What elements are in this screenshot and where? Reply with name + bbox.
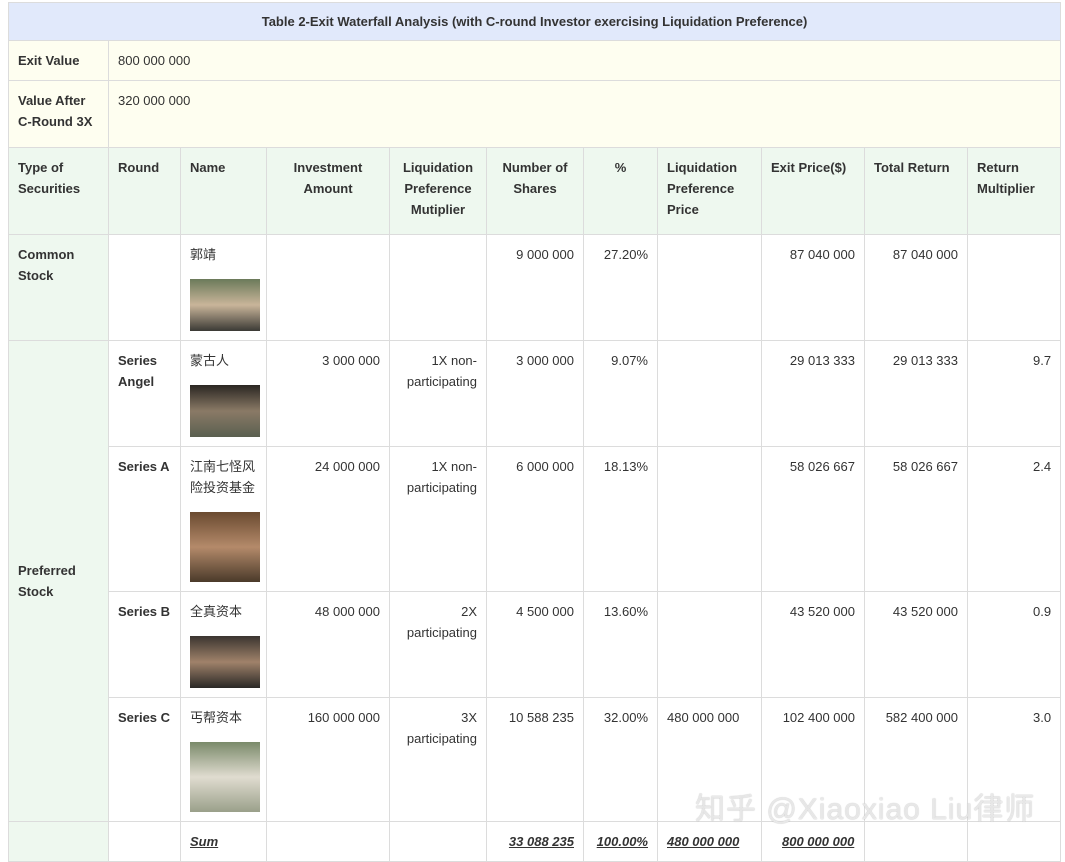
investment-cell: 24 000 000 (266, 446, 390, 592)
total-cell: 43 520 000 (864, 591, 968, 698)
investment-cell: 160 000 000 (266, 697, 390, 822)
header-cell: Total Return (864, 147, 968, 235)
lpp-cell (657, 591, 762, 698)
pct-cell: 32.00% (583, 697, 658, 822)
header-cell: Liquidation Preference Price (657, 147, 762, 235)
watermark: 知乎 @Xiaoxiao Liu律师 (695, 793, 1036, 826)
name-cell: 全真资本 (180, 591, 267, 698)
shares-cell: 9 000 000 (486, 234, 584, 341)
header-cell: Number of Shares (486, 147, 584, 235)
name-cell: 江南七怪风险投资基金 (180, 446, 267, 592)
round-cell: Series C (108, 697, 181, 822)
waterfall-table: Table 2-Exit Waterfall Analysis (with C-… (7, 2, 1062, 862)
total-cell: 58 026 667 (864, 446, 968, 592)
exit-cell: 58 026 667 (761, 446, 865, 592)
sum-shares: 33 088 235 (486, 821, 584, 862)
header-cell: Exit Price($) (761, 147, 865, 235)
header-cell: Liquidation Preference Mutiplier (389, 147, 487, 235)
name-cell: 丐帮资本 (180, 697, 267, 822)
portrait-image (190, 742, 260, 812)
pct-cell: 9.07% (583, 340, 658, 447)
sum-pct: 100.00% (583, 821, 658, 862)
name-cell: 蒙古人 (180, 340, 267, 447)
return-cell: 0.9 (966, 591, 1062, 698)
total-cell: 87 040 000 (864, 234, 968, 341)
sum-label: Sum (180, 821, 267, 862)
type-cell: Preferred Stock (8, 340, 109, 822)
lpp-cell (657, 340, 762, 447)
header-cell: Name (180, 147, 267, 235)
multiplier-cell: 1X non-participating (389, 340, 487, 447)
shares-cell: 10 588 235 (486, 697, 584, 822)
total-cell: 29 013 333 (864, 340, 968, 447)
round-cell: Series B (108, 591, 181, 698)
shares-cell: 3 000 000 (486, 340, 584, 447)
multiplier-cell: 2X participating (389, 591, 487, 698)
portrait-image (190, 512, 260, 582)
table-row: Common Stock 郭靖 9 000 000 27.20% 87 040 … (8, 234, 1062, 341)
shares-cell: 6 000 000 (486, 446, 584, 592)
value-after: 320 000 000 (107, 80, 1062, 148)
investment-cell: 3 000 000 (266, 340, 390, 447)
exit-value: 800 000 000 (107, 40, 1062, 81)
exit-cell: 87 040 000 (761, 234, 865, 341)
type-cell: Common Stock (8, 234, 109, 341)
table-row: Preferred Stock Series Angel 蒙古人 3 000 0… (8, 340, 1062, 822)
exit-value-label: Exit Value (8, 40, 109, 81)
name-cell: 郭靖 (180, 234, 267, 341)
exit-cell: 29 013 333 (761, 340, 865, 447)
exit-cell: 43 520 000 (761, 591, 865, 698)
table-row: Series A 江南七怪风险投资基金 24 000 000 1X non-pa… (9, 446, 1062, 592)
table-row: Series B 全真资本 48 000 000 2X participatin… (9, 591, 1062, 698)
header-cell: Type of Securities (8, 147, 109, 235)
round-cell: Series A (108, 446, 181, 592)
investment-cell: 48 000 000 (266, 591, 390, 698)
shares-cell: 4 500 000 (486, 591, 584, 698)
return-cell: 9.7 (966, 340, 1062, 447)
return-cell: 2.4 (966, 446, 1062, 592)
value-after-label: Value After C-Round 3X (8, 80, 109, 148)
portrait-image (190, 636, 260, 688)
header-cell: Return Multiplier (966, 147, 1062, 235)
header-cell: % (583, 147, 658, 235)
multiplier-cell: 1X non-participating (389, 446, 487, 592)
round-cell: Series Angel (108, 340, 181, 447)
pct-cell: 13.60% (583, 591, 658, 698)
lpp-cell (657, 446, 762, 592)
portrait-image (190, 279, 260, 331)
header-row: Type of Securities Round Name Investment… (8, 147, 1062, 235)
header-cell: Investment Amount (266, 147, 390, 235)
table-title: Table 2-Exit Waterfall Analysis (with C-… (7, 2, 1062, 41)
portrait-image (190, 385, 260, 437)
header-cell: Round (108, 147, 181, 235)
multiplier-cell: 3X participating (389, 697, 487, 822)
pct-cell: 27.20% (583, 234, 658, 341)
pct-cell: 18.13% (583, 446, 658, 592)
